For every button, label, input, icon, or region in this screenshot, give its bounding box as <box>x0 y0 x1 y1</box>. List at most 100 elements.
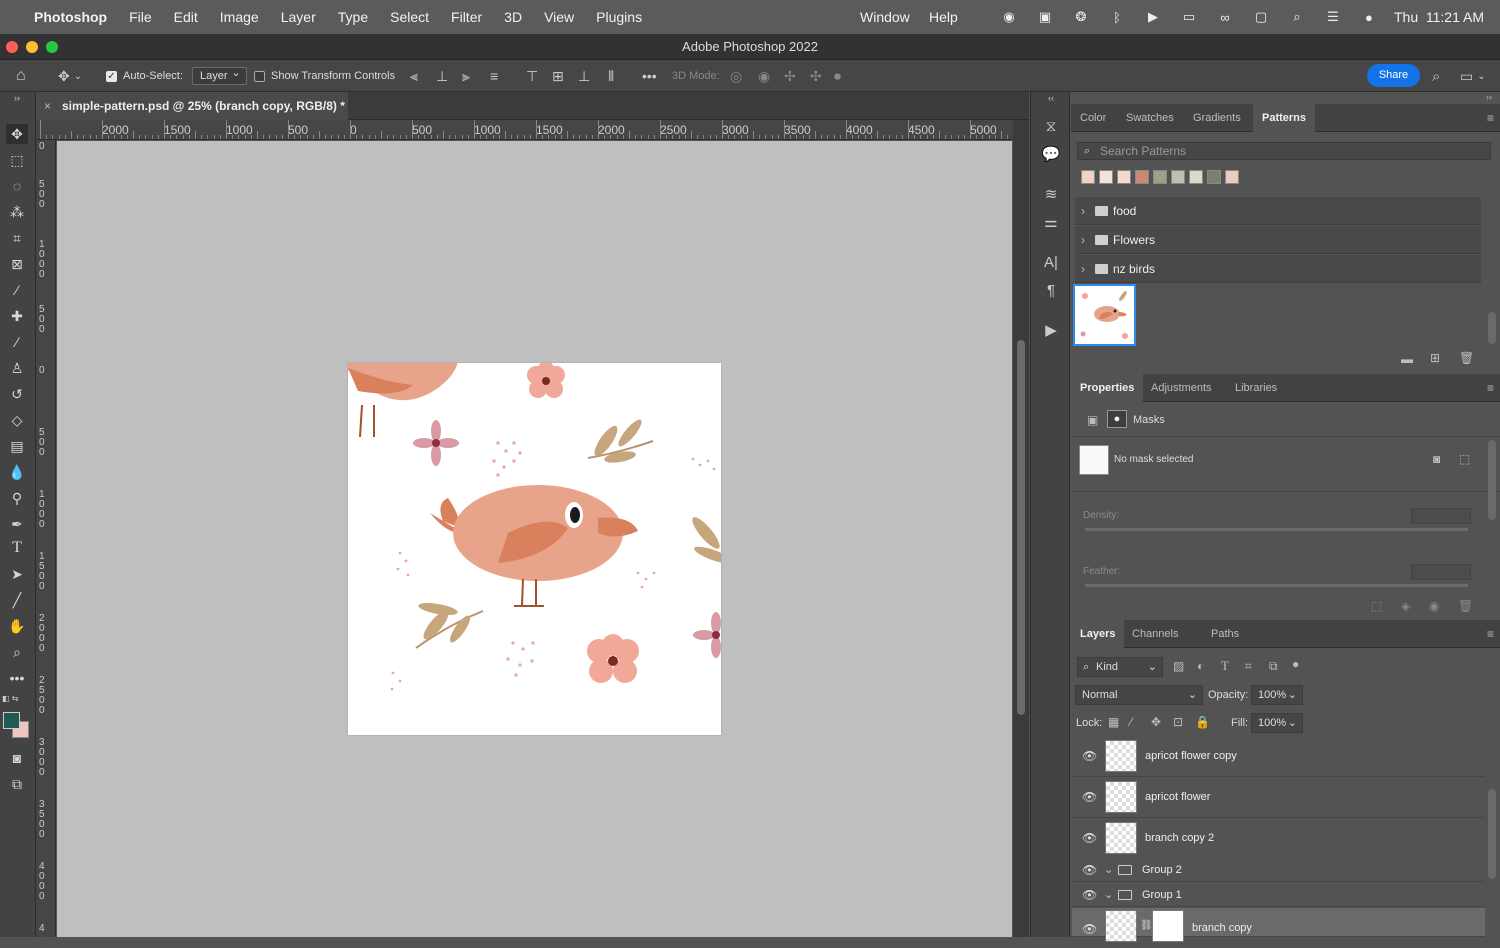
lock-transparent-icon[interactable]: ▦ <box>1108 715 1119 729</box>
filter-kind-dropdown[interactable]: ⌕ Kind ⌄ <box>1077 657 1163 677</box>
pattern-swatch[interactable] <box>1099 170 1113 184</box>
distribute-horizontal-icon[interactable]: ⦀ <box>608 60 614 92</box>
auto-select-checkbox[interactable]: ✓ Auto-Select: <box>106 60 183 92</box>
link-icon[interactable]: ∞ <box>1214 9 1236 25</box>
close-window-button[interactable] <box>6 41 18 53</box>
document-canvas[interactable] <box>348 363 721 735</box>
collapse-tools-icon[interactable]: ›› <box>6 92 28 104</box>
lock-artboard-icon[interactable]: ⊡ <box>1173 715 1183 729</box>
filter-pixel-icon[interactable]: ▨ <box>1173 659 1184 673</box>
brush-settings-icon[interactable]: ≋ <box>1040 184 1062 206</box>
pattern-swatch[interactable] <box>1189 170 1203 184</box>
tab-adjustments[interactable]: Adjustments <box>1142 374 1221 402</box>
align-top-icon[interactable]: ⊤ <box>526 60 538 92</box>
vector-mask-selector[interactable]: ● <box>1107 410 1127 428</box>
tab-libraries[interactable]: Libraries <box>1226 374 1286 402</box>
collapse-dock-icon[interactable]: ›› <box>1486 92 1492 102</box>
filter-adjustment-icon[interactable]: ◐ <box>1197 659 1204 673</box>
menu-edit[interactable]: Edit <box>174 9 198 25</box>
lock-all-icon[interactable]: 🔒 <box>1195 715 1210 729</box>
eye-visibility-icon[interactable]: 👁 <box>1082 790 1097 804</box>
default-colors-icon[interactable]: ◧ ⇆ <box>2 694 18 703</box>
show-transform-controls-checkbox[interactable]: Show Transform Controls <box>254 60 395 92</box>
eye-visibility-icon[interactable]: 👁 <box>1082 831 1097 845</box>
tab-paths[interactable]: Paths <box>1202 620 1248 648</box>
dodge-tool-icon[interactable]: ⚲ <box>6 488 28 508</box>
brush-tool-icon[interactable]: ∕ <box>6 332 28 352</box>
distribute-vertical-icon[interactable]: ≡ <box>490 60 498 92</box>
siri-icon[interactable]: ● <box>1358 9 1380 25</box>
density-slider[interactable] <box>1085 528 1468 531</box>
panel-menu-icon[interactable]: ≡ <box>1487 374 1494 402</box>
3d-orbit-icon[interactable]: ◎ <box>730 60 742 92</box>
align-right-icon[interactable]: ⫸ <box>462 60 470 92</box>
bluetooth-icon[interactable]: ᛒ <box>1106 9 1128 25</box>
eye-visibility-icon[interactable]: 👁 <box>1082 883 1097 907</box>
pattern-folder-food[interactable]: › food <box>1075 197 1481 225</box>
selected-layer-row[interactable]: 👁 ⛓ branch copy <box>1072 908 1485 942</box>
search-patterns-input[interactable]: ⌕ Search Patterns <box>1077 142 1491 160</box>
pattern-swatch[interactable] <box>1117 170 1131 184</box>
group-row[interactable]: 👁 ⌄ Group 2 <box>1072 858 1485 882</box>
delete-pattern-icon[interactable]: 🗑 <box>1459 351 1474 365</box>
3d-slide-icon[interactable]: ✣ <box>810 60 822 92</box>
menu-layer[interactable]: Layer <box>281 9 316 25</box>
zoom-tool-icon[interactable]: ⌕ <box>6 642 28 662</box>
foreground-color-swatch[interactable] <box>3 712 20 729</box>
lasso-tool-icon[interactable]: ◌ <box>6 176 28 196</box>
history-panel-icon[interactable]: ⧖ <box>1040 116 1062 138</box>
add-vector-mask-icon[interactable]: ⬚ <box>1459 452 1470 466</box>
add-pixel-mask-icon[interactable]: ◙ <box>1433 452 1440 466</box>
workspace-icon[interactable]: ▭ ⌄ <box>1460 60 1486 92</box>
feather-input[interactable] <box>1411 564 1471 580</box>
pattern-swatch[interactable] <box>1171 170 1185 184</box>
screen-mode-icon[interactable]: ⧉ <box>6 774 28 794</box>
comments-panel-icon[interactable]: 💬 <box>1040 144 1062 166</box>
type-tool-icon[interactable]: T <box>6 538 28 558</box>
patterns-scrollbar-thumb[interactable] <box>1488 312 1496 344</box>
lock-position-icon[interactable]: ✥ <box>1151 715 1161 729</box>
more-options-icon[interactable]: ••• <box>642 60 657 92</box>
menu-type[interactable]: Type <box>338 9 368 25</box>
align-bottom-icon[interactable]: ⊥ <box>578 60 590 92</box>
adjustments-panel-icon[interactable]: ⚌ <box>1040 212 1062 234</box>
spotlight-search-icon[interactable]: ⌕ <box>1286 9 1308 25</box>
hand-tool-icon[interactable]: ✋ <box>6 616 28 636</box>
tab-color[interactable]: Color <box>1071 104 1115 132</box>
pattern-swatch[interactable] <box>1081 170 1095 184</box>
visibility-icon[interactable]: ◉ <box>1429 599 1439 613</box>
crop-tool-icon[interactable]: ⌗ <box>6 228 28 248</box>
layer-row[interactable]: 👁 branch copy 2 <box>1072 818 1485 859</box>
history-brush-tool-icon[interactable]: ↺ <box>6 384 28 404</box>
menu-view[interactable]: View <box>544 9 574 25</box>
align-vertical-center-icon[interactable]: ⊞ <box>552 60 564 92</box>
menu-window[interactable]: Window <box>860 9 910 25</box>
document-tab[interactable]: × simple-pattern.psd @ 25% (branch copy,… <box>36 92 348 120</box>
actions-panel-icon[interactable]: ▶ <box>1040 320 1062 342</box>
control-center-icon[interactable]: ☰ <box>1322 9 1344 25</box>
close-document-icon[interactable]: × <box>44 92 51 120</box>
pattern-swatch[interactable] <box>1225 170 1239 184</box>
new-pattern-icon[interactable]: ⊞ <box>1430 351 1440 365</box>
menu-help[interactable]: Help <box>929 9 958 25</box>
blend-mode-dropdown[interactable]: Normal ⌄ <box>1075 685 1203 705</box>
eraser-tool-icon[interactable]: ◇ <box>6 410 28 430</box>
chevron-down-icon[interactable]: ⌄ <box>1104 858 1113 882</box>
delete-mask-icon[interactable]: 🗑 <box>1458 599 1473 613</box>
path-selection-tool-icon[interactable]: ➤ <box>6 564 28 584</box>
paragraph-panel-icon[interactable]: ¶ <box>1040 280 1062 302</box>
vertical-ruler[interactable]: 0 500 1000 500 0 500 1000 1500 2000 2500… <box>36 140 56 937</box>
filter-smart-object-icon[interactable]: ⧉ <box>1269 659 1278 674</box>
3d-roll-icon[interactable]: ◉ <box>758 60 770 92</box>
display-icon[interactable]: ▣ <box>1034 9 1056 25</box>
eye-visibility-icon[interactable]: 👁 <box>1082 858 1097 882</box>
opacity-input[interactable]: 100% ⌄ <box>1251 685 1303 705</box>
tab-swatches[interactable]: Swatches <box>1117 104 1183 132</box>
battery-icon[interactable]: ▭ <box>1178 9 1200 25</box>
horizontal-ruler[interactable]: 2000 1500 1000 500 0 500 1000 1500 2000 … <box>36 120 1013 140</box>
group-row[interactable]: 👁 ⌄ Group 1 <box>1072 883 1485 907</box>
menu-filter[interactable]: Filter <box>451 9 482 25</box>
pattern-swatch[interactable] <box>1153 170 1167 184</box>
search-icon[interactable]: ⌕ <box>1432 60 1440 92</box>
link-icon[interactable]: ⛓ <box>1140 920 1153 931</box>
